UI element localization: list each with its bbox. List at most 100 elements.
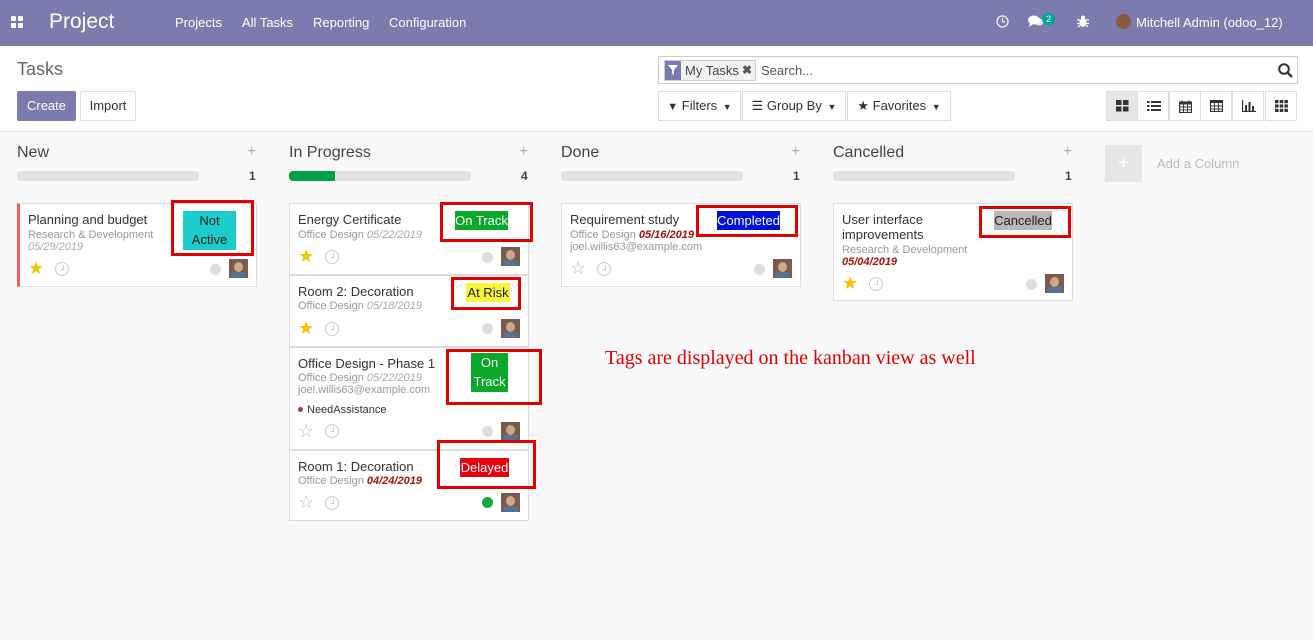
user-menu[interactable]: Mitchell Admin (odoo_12): [1136, 15, 1283, 30]
view-pivot-button[interactable]: [1200, 91, 1232, 121]
filters-label: Filters: [681, 98, 718, 113]
star-icon[interactable]: ★: [298, 319, 314, 337]
create-button[interactable]: Create: [17, 91, 76, 121]
app-brand[interactable]: Project: [49, 10, 114, 34]
clock-icon[interactable]: [996, 15, 1009, 28]
top-navbar: Project Projects All Tasks Reporting Con…: [0, 0, 1313, 46]
view-grid-button[interactable]: [1265, 91, 1297, 121]
search-bar: My Tasks ✖: [658, 56, 1298, 84]
view-kanban-button[interactable]: [1106, 91, 1138, 121]
star-icon: ★: [857, 98, 869, 113]
activity-clock-icon[interactable]: [325, 496, 339, 510]
column-progressbar[interactable]: [561, 171, 743, 181]
menu-configuration[interactable]: Configuration: [389, 15, 466, 30]
kanban-state-dot[interactable]: [482, 252, 493, 263]
quick-create-icon[interactable]: +: [791, 143, 800, 161]
view-graph-button[interactable]: [1232, 91, 1264, 121]
import-button[interactable]: Import: [80, 91, 136, 121]
kanban-icon: [1116, 100, 1129, 112]
card-project: Office Design 04/24/2019: [298, 475, 422, 487]
column-progressbar[interactable]: [17, 171, 199, 181]
view-list-button[interactable]: [1137, 91, 1169, 121]
add-column-icon[interactable]: +: [1105, 145, 1142, 182]
quick-create-icon[interactable]: +: [1063, 143, 1072, 161]
card-project: Office Design 05/22/2019: [298, 229, 422, 241]
kanban-state-dot[interactable]: [210, 264, 221, 275]
filter-icon: [665, 61, 681, 80]
funnel-icon: ▼: [667, 101, 679, 113]
activity-clock-icon[interactable]: [325, 322, 339, 336]
messages-badge: 2: [1042, 13, 1056, 25]
card-project: Research & Development: [28, 229, 154, 241]
bug-icon[interactable]: [1077, 15, 1089, 28]
card-deadline: 05/04/2019: [842, 256, 898, 268]
activity-clock-icon[interactable]: [597, 262, 611, 276]
assignee-avatar[interactable]: [501, 493, 520, 512]
card-title: Energy Certificate: [298, 212, 402, 227]
assignee-avatar[interactable]: [1045, 274, 1064, 293]
star-icon[interactable]: ★: [842, 274, 858, 292]
kanban-state-dot[interactable]: [754, 264, 765, 275]
annotation-text: Tags are displayed on the kanban view as…: [605, 347, 976, 369]
highlight-box: [451, 277, 521, 310]
card-project: Office Design 05/16/2019: [570, 229, 694, 241]
menu-reporting[interactable]: Reporting: [313, 15, 369, 30]
star-outline-icon[interactable]: ☆: [298, 422, 314, 440]
grid-icon: [1275, 100, 1288, 112]
menu-all-tasks[interactable]: All Tasks: [242, 15, 293, 30]
table-icon: [1210, 100, 1223, 112]
user-avatar[interactable]: [1116, 14, 1131, 29]
column-title-new[interactable]: New: [17, 144, 49, 162]
kanban-state-dot[interactable]: [482, 426, 493, 437]
filters-button[interactable]: ▼ Filters ▼: [658, 91, 741, 121]
search-facet: My Tasks ✖: [664, 60, 756, 81]
star-outline-icon[interactable]: ☆: [298, 493, 314, 511]
card-email: joel.willis63@example.com: [298, 384, 431, 396]
kanban-state-dot[interactable]: [482, 497, 493, 508]
view-calendar-button[interactable]: [1169, 91, 1201, 121]
add-column-button[interactable]: Add a Column: [1157, 156, 1239, 171]
highlight-box: [696, 205, 798, 237]
search-input[interactable]: [761, 60, 1261, 80]
favorites-label: Favorites: [872, 98, 927, 113]
activity-clock-icon[interactable]: [869, 277, 883, 291]
quick-create-icon[interactable]: +: [247, 143, 256, 161]
search-icon[interactable]: [1278, 63, 1293, 78]
groupby-button[interactable]: ☰ Group By ▼: [742, 91, 846, 121]
menu-projects[interactable]: Projects: [175, 15, 222, 30]
card-title: Room 1: Decoration: [298, 459, 414, 474]
kanban-state-dot[interactable]: [482, 323, 493, 334]
activity-clock-icon[interactable]: [325, 250, 339, 264]
assignee-avatar[interactable]: [229, 259, 248, 278]
caret-down-icon: ▼: [827, 102, 837, 112]
apps-menu-icon[interactable]: [11, 16, 23, 28]
card-project: Office Design 05/22/2019: [298, 372, 422, 384]
kanban-state-dot[interactable]: [1026, 279, 1037, 290]
column-title-in-progress[interactable]: In Progress: [289, 144, 371, 162]
favorites-button[interactable]: ★ Favorites ▼: [847, 91, 951, 121]
assignee-avatar[interactable]: [773, 259, 792, 278]
caret-down-icon: ▼: [722, 102, 732, 112]
card-title: Planning and budget: [28, 212, 148, 227]
quick-create-icon[interactable]: +: [519, 143, 528, 161]
star-icon[interactable]: ★: [298, 247, 314, 265]
highlight-box: [171, 200, 254, 256]
activity-clock-icon[interactable]: [325, 424, 339, 438]
star-icon[interactable]: ★: [28, 259, 44, 277]
star-outline-icon[interactable]: ☆: [570, 259, 586, 277]
card-project: Research & Development: [842, 244, 968, 256]
card-title: User interface improvements: [842, 212, 924, 242]
column-progressbar[interactable]: [833, 171, 1015, 181]
highlight-box: [437, 440, 536, 489]
assignee-avatar[interactable]: [501, 319, 520, 338]
column-title-done[interactable]: Done: [561, 144, 599, 162]
assignee-avatar[interactable]: [501, 422, 520, 441]
column-title-cancelled[interactable]: Cancelled: [833, 144, 904, 162]
assignee-avatar[interactable]: [501, 247, 520, 266]
column-progressbar[interactable]: [289, 171, 471, 181]
facet-remove-icon[interactable]: ✖: [742, 61, 755, 80]
card-email: joel.willis63@example.com: [570, 241, 703, 253]
highlight-box: [446, 349, 542, 405]
calendar-icon: [1179, 100, 1192, 113]
activity-clock-icon[interactable]: [55, 262, 69, 276]
